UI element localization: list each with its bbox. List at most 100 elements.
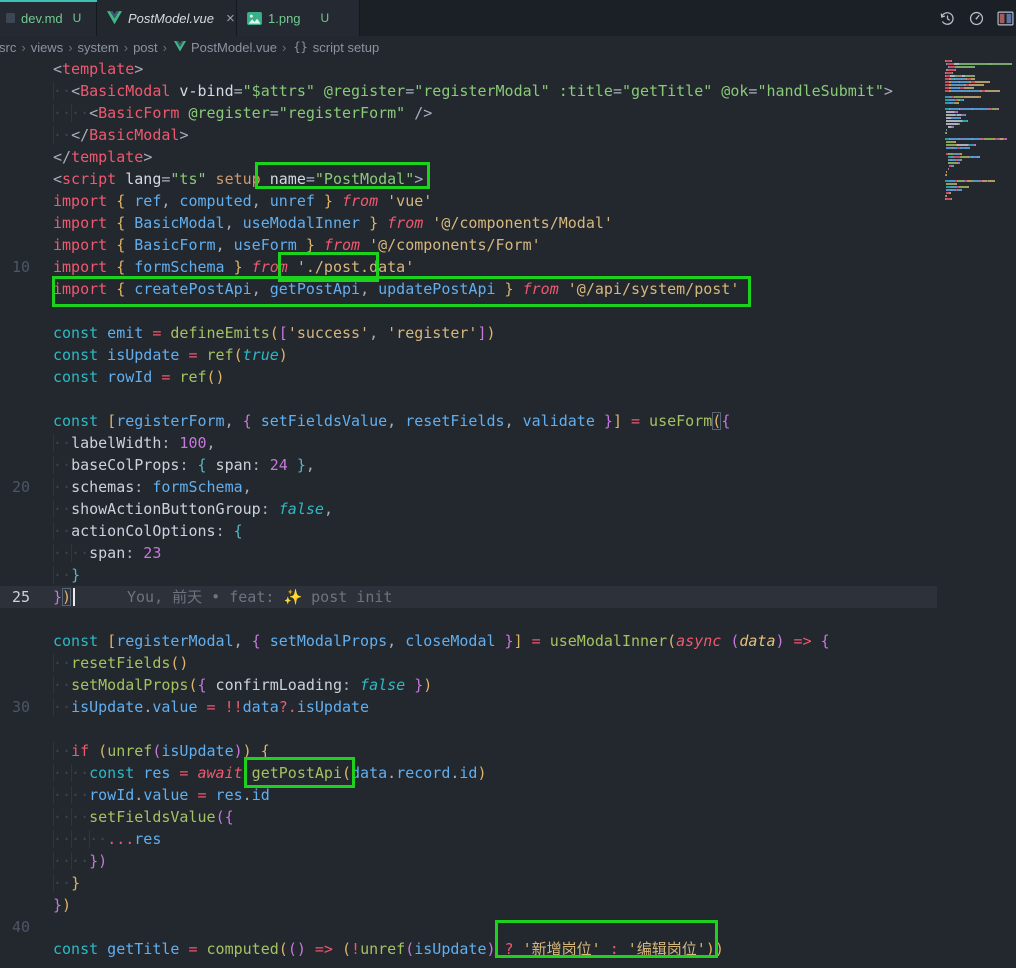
code-token: }: [496, 280, 514, 298]
code-token: (): [170, 654, 188, 672]
code-line[interactable]: ··</BasicModal>: [53, 124, 188, 146]
code-line[interactable]: ··labelWidth: 100,: [53, 432, 216, 454]
code-line[interactable]: ··actionColOptions: {: [53, 520, 243, 542]
code-token: useModalInner: [541, 632, 667, 650]
code-line[interactable]: ··baseColProps: { span: 24 },: [53, 454, 315, 476]
code-line[interactable]: }): [53, 894, 71, 916]
code-line[interactable]: <script lang="ts" setup name="PostModal"…: [53, 168, 423, 190]
minimap-line: [946, 114, 955, 116]
code-token: confirmLoading: [207, 676, 342, 694]
code-token: ]: [514, 632, 523, 650]
code-line[interactable]: ····<BasicForm @register="registerForm" …: [53, 102, 432, 124]
run-icon[interactable]: [967, 9, 985, 27]
code-token: ··: [53, 654, 71, 672]
code-token: "getTitle": [622, 82, 712, 100]
code-token: )): [706, 940, 724, 958]
minimap-line: [973, 66, 975, 68]
code-line[interactable]: ··setModalProps({ confirmLoading: false …: [53, 674, 432, 696]
code-token: from: [333, 192, 378, 210]
code-line[interactable]: ··<BasicModal v-bind="$attrs" @register=…: [53, 80, 893, 102]
code-token: ··: [53, 456, 71, 474]
code-token: ref: [170, 368, 206, 386]
minimap-line: [1001, 63, 1011, 65]
code-line[interactable]: </template>: [53, 146, 152, 168]
code-token: id: [252, 786, 270, 804]
code-line[interactable]: ····span: 23: [53, 542, 161, 564]
editor-actions: [938, 0, 1014, 36]
code-token: "registerForm": [279, 104, 405, 122]
code-token: useModalInner: [234, 214, 360, 232]
line-number[interactable]: 25: [0, 586, 30, 608]
code-line[interactable]: ··}: [53, 564, 80, 586]
code-line[interactable]: ··if (unref(isUpdate)) {: [53, 740, 270, 762]
minimap-line: [950, 186, 957, 188]
breadcrumb-symbol[interactable]: script setup: [311, 40, 381, 55]
tab-dev-md[interactable]: dev.md U: [0, 0, 97, 36]
minimap-line: [966, 63, 973, 65]
minimap-line: [948, 69, 955, 71]
code-token: @ok: [712, 82, 748, 100]
close-icon[interactable]: ×: [226, 10, 235, 27]
code-token: >: [179, 126, 188, 144]
breadcrumb-item[interactable]: post: [131, 40, 160, 55]
code-line[interactable]: import { BasicModal, useModalInner } fro…: [53, 212, 613, 234]
code-line[interactable]: const [registerForm, { setFieldsValue, r…: [53, 410, 730, 432]
tab-postmodel-vue[interactable]: PostModel.vue ×: [97, 0, 237, 36]
minimap-line: [946, 144, 955, 146]
breadcrumb-file[interactable]: PostModel.vue: [189, 40, 279, 55]
code-token: }: [288, 456, 306, 474]
code-line[interactable]: import { BasicForm, useForm } from '@/co…: [53, 234, 541, 256]
code-line[interactable]: import { ref, computed, unref } from 'vu…: [53, 190, 432, 212]
breadcrumb-item[interactable]: system: [76, 40, 121, 55]
code-token: ): [243, 742, 252, 760]
code-token: (: [333, 940, 351, 958]
code-token: v-bind: [170, 82, 233, 100]
code-line[interactable]: ······...res: [53, 828, 161, 850]
code-token: {: [252, 742, 270, 760]
code-token: @register: [179, 104, 269, 122]
code-line[interactable]: const rowId = ref(): [53, 366, 225, 388]
code-token: =: [622, 412, 640, 430]
breadcrumb-item[interactable]: views: [29, 40, 66, 55]
minimap-line: [998, 108, 999, 110]
code-line[interactable]: const emit = defineEmits(['success', 're…: [53, 322, 496, 344]
minimap[interactable]: [943, 58, 1016, 968]
code-line[interactable]: const [registerModal, { setModalProps, c…: [53, 630, 830, 652]
code-line[interactable]: import { createPostApi, getPostApi, upda…: [53, 278, 739, 300]
minimap-line: [1005, 138, 1006, 140]
code-token: BasicModal: [125, 214, 224, 232]
code-line[interactable]: ····rowId.value = res.id: [53, 784, 270, 806]
code-line[interactable]: ····}): [53, 850, 107, 872]
code-line[interactable]: import { formSchema } from './post.data': [53, 256, 414, 278]
code-line[interactable]: ··showActionButtonGroup: false,: [53, 498, 333, 520]
code-line[interactable]: ··}: [53, 872, 80, 894]
code-token: value: [143, 786, 188, 804]
code-editor[interactable]: 10 20 25 30 40 <template>··<BasicModal v-bin…: [0, 58, 1016, 968]
code-line[interactable]: const getTitle = computed(() => (!unref(…: [53, 938, 724, 960]
code-token: setModalProps: [261, 632, 387, 650]
code-token: template: [62, 60, 134, 78]
code-line[interactable]: ··isUpdate.value = !!data?.isUpdate: [53, 696, 369, 718]
minimap-line: [993, 180, 994, 182]
code-token: =: [179, 346, 197, 364]
code-line[interactable]: <template>: [53, 58, 143, 80]
code-line[interactable]: ··schemas: formSchema,: [53, 476, 252, 498]
code-token: (: [721, 632, 739, 650]
breadcrumb-item[interactable]: src: [0, 40, 18, 55]
code-token: from: [315, 236, 360, 254]
tab-1-png[interactable]: 1.png U: [237, 0, 360, 36]
code-line[interactable]: }): [53, 586, 71, 608]
line-number[interactable]: 20: [0, 476, 30, 498]
line-number[interactable]: 30: [0, 696, 30, 718]
split-editor-icon[interactable]: [996, 9, 1014, 27]
line-number[interactable]: 10: [0, 256, 30, 278]
code-line[interactable]: ····const res = await getPostApi(data.re…: [53, 762, 487, 784]
code-line[interactable]: ··resetFields(): [53, 652, 188, 674]
timeline-icon[interactable]: [938, 9, 956, 27]
minimap-line: [959, 123, 960, 125]
line-number[interactable]: 40: [0, 916, 30, 938]
code-token: res: [134, 830, 161, 848]
code-token: id: [459, 764, 477, 782]
code-line[interactable]: const isUpdate = ref(true): [53, 344, 288, 366]
code-line[interactable]: ····setFieldsValue({: [53, 806, 234, 828]
